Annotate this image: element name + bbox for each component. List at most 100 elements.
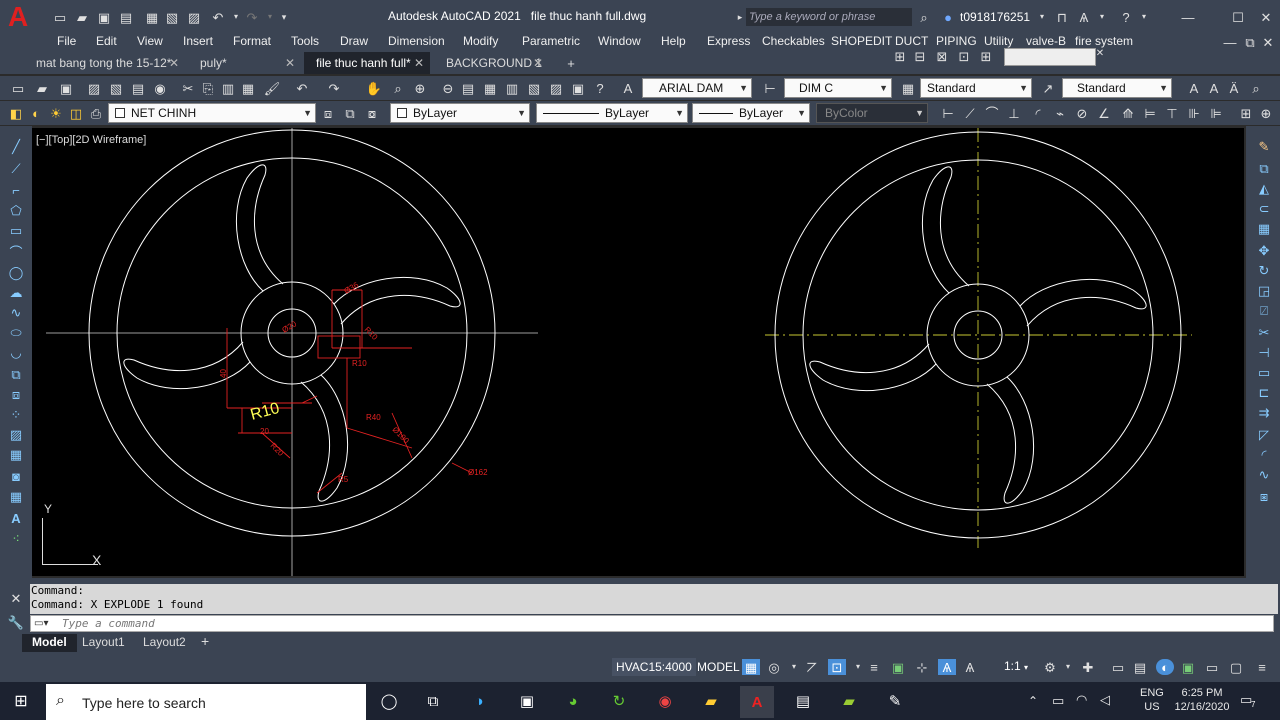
insert-block-icon[interactable]: ⧉ [8,366,24,382]
table-style-select[interactable]: Standard ▼ [920,78,1032,98]
floating-combo[interactable] [1004,48,1096,66]
a360-dropdown-icon[interactable]: ▾ [1094,9,1110,25]
open-icon[interactable]: ▰ [34,80,50,96]
mirror-icon[interactable]: ◭ [1256,180,1272,196]
dim-aligned-icon[interactable]: ⟋ [962,105,978,121]
user-icon[interactable]: ● [940,9,956,25]
qnew-icon[interactable]: ▭ [10,80,26,96]
undo-dropdown-icon[interactable]: ▾ [228,9,244,25]
menu-window[interactable]: Window [598,34,641,48]
menu-draw[interactable]: Draw [340,34,368,48]
copy-icon[interactable]: ⎘ [200,80,216,96]
autoscale-icon[interactable]: Ѧ [962,659,978,675]
open-file-icon[interactable]: ▰ [74,9,90,25]
dim-style-icon[interactable]: ⊢ [762,80,778,96]
annotation-monitor-icon[interactable]: ✚ [1080,659,1096,675]
gradient-icon[interactable]: ▦ [8,446,24,462]
polygon-icon[interactable]: ⬠ [8,202,24,218]
polyline-icon[interactable]: ⌐ [8,182,24,198]
table-style-icon[interactable]: ▦ [900,80,916,96]
lineweight-select[interactable]: ByLayer ▼ [692,103,810,123]
redo-icon[interactable]: ↷ [326,80,342,96]
region-icon[interactable]: ◙ [8,468,24,484]
ortho-icon[interactable]: ⊞ [892,48,908,64]
zoom-realtime-icon[interactable]: ⌕ [390,80,406,96]
grid-icon[interactable]: ▦ [742,659,760,675]
save-icon[interactable]: ▣ [96,9,112,25]
app-green-icon[interactable]: ◕ [560,689,586,713]
circle-icon[interactable]: ◯ [8,264,24,280]
windows-start-icon[interactable]: ⊞ [8,689,34,713]
menu-file[interactable]: File [57,34,76,48]
doc-tab-puly[interactable]: puly* [188,52,298,74]
tab-close-icon[interactable]: ✕ [533,56,543,70]
close-icon[interactable]: ✕ [1258,9,1274,25]
app-tool-icon[interactable]: ✎ [882,689,908,713]
paste-special-icon[interactable]: ▦ [240,80,256,96]
center-mark-icon[interactable]: ⊕ [1258,105,1274,121]
preview-icon[interactable]: ▧ [108,80,124,96]
cart-icon[interactable]: ⊓ [1054,9,1070,25]
autocad-logo[interactable]: A [8,3,36,31]
spline-icon[interactable]: ∿ [8,304,24,320]
menu-dimension[interactable]: Dimension [388,34,445,48]
floating-close-icon[interactable]: ✕ [1092,46,1108,62]
app-refresh-icon[interactable]: ↻ [606,689,632,713]
text-style-select[interactable]: ARIAL DAM ▼ [642,78,752,98]
pan-icon[interactable]: ✋ [366,80,382,96]
find-text-icon[interactable]: ⌕ [1248,80,1264,96]
menu-shopedit[interactable]: SHOPEDIT [831,34,892,48]
plot-icon[interactable]: ▨ [86,80,102,96]
tray-wifi-icon[interactable]: ◠ [1076,692,1087,708]
tab-close-icon[interactable]: ✕ [414,56,424,70]
dim-break-icon[interactable]: ⊫ [1208,105,1224,121]
redo-icon[interactable]: ↷ [244,9,260,25]
maximize-icon[interactable]: ☐ [1230,9,1246,25]
print-preview-icon[interactable]: ▧ [164,9,180,25]
dim-radius-icon[interactable]: ◜ [1030,105,1046,121]
layer-previous-icon[interactable]: ⧉ [342,105,358,121]
move-icon[interactable]: ✥ [1256,242,1272,258]
dim-space-icon[interactable]: ⊪ [1186,105,1202,121]
tray-monitor-icon[interactable]: ▭ [1052,693,1064,709]
snap-dropdown-icon[interactable]: ▾ [786,659,802,675]
layer-lock-icon[interactable]: ◫ [68,105,84,121]
tab-close-icon[interactable]: ✕ [285,56,295,70]
text-icon[interactable]: A [1186,80,1202,96]
line-icon[interactable]: ╱ [8,138,24,154]
table-icon[interactable]: ▦ [8,488,24,504]
sheet-set-icon[interactable]: ▧ [526,80,542,96]
linetype-select[interactable]: ByLayer ▼ [536,103,688,123]
dim-continue-icon[interactable]: ⊤ [1164,105,1180,121]
app-doc-icon[interactable]: ▤ [790,689,816,713]
menu-view[interactable]: View [137,34,163,48]
tray-up-icon[interactable]: ⌃ [1028,694,1038,708]
dim-linear-icon[interactable]: ⊢ [940,105,956,121]
stack-icon[interactable]: ⊡ [956,48,972,64]
ellipse-arc-icon[interactable]: ◡ [8,344,24,360]
align-icon[interactable]: ⊟ [912,48,928,64]
menu-utility[interactable]: Utility [984,34,1013,48]
tab-close-icon[interactable]: ✕ [169,56,179,70]
qsave-icon[interactable]: ▣ [58,80,74,96]
autocad-taskbar-icon[interactable]: A [740,686,774,718]
plotstyle-select[interactable]: ByColor ▼ [816,103,928,123]
color-select[interactable]: ByLayer ▼ [390,103,530,123]
break-icon[interactable]: ⊏ [1256,384,1272,400]
menu-valve-b[interactable]: valve-B [1026,34,1066,48]
add-selected-icon[interactable]: ⁖ [8,530,24,546]
text-edit-icon[interactable]: Ä [1226,80,1242,96]
ellipse-icon[interactable]: ⬭ [8,324,24,340]
menu-piping[interactable]: PIPING [936,34,977,48]
search-icon[interactable]: ⌕ [916,9,932,25]
tray-clock[interactable]: 6:25 PM 12/16/2020 [1172,686,1232,714]
doc-tab-file-thuc-hanh[interactable]: file thuc hanh full* [304,52,430,74]
undo-icon[interactable]: ↶ [210,9,226,25]
dim-jogged-icon[interactable]: ⌁ [1052,105,1068,121]
model-space-button[interactable]: MODEL [694,658,743,676]
layer-select[interactable]: NET CHINH ▼ [108,103,316,123]
plot-icon[interactable]: ▨ [186,9,202,25]
quickcalc-icon[interactable]: ▣ [570,80,586,96]
dim-diameter-icon[interactable]: ⊘ [1074,105,1090,121]
layout-tab-layout1[interactable]: Layout1 [82,635,125,649]
